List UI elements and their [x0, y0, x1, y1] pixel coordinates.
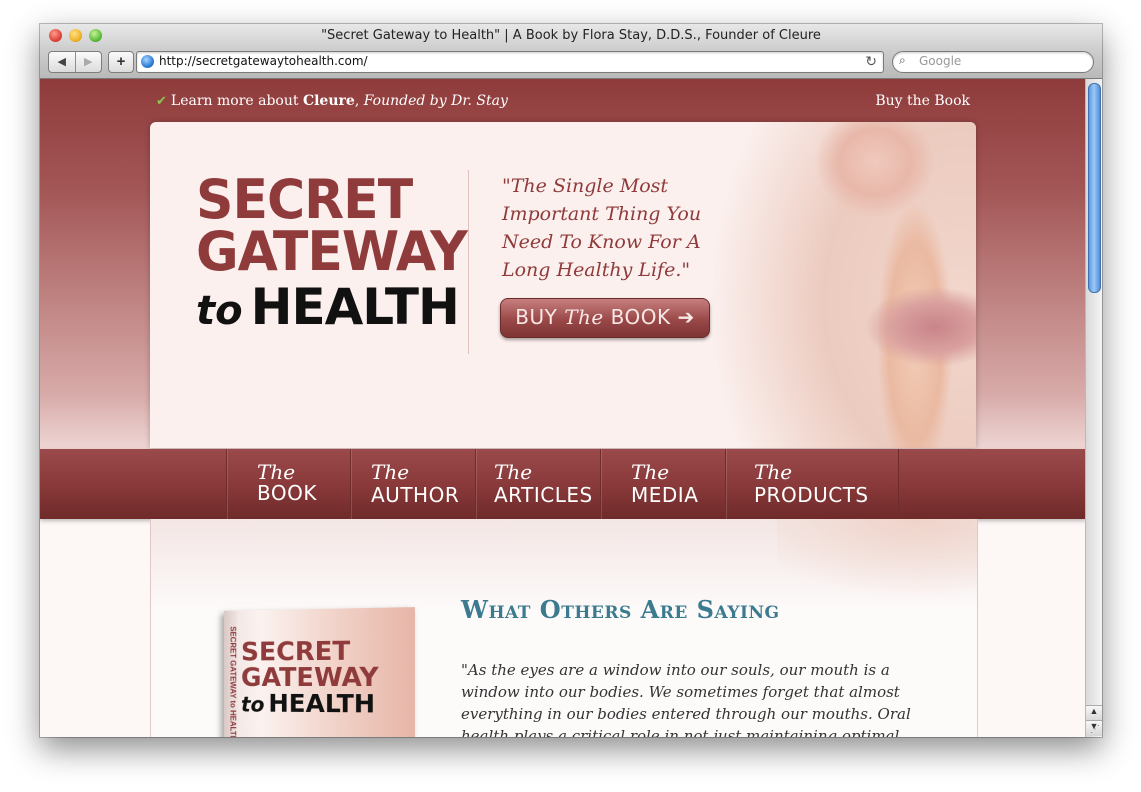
nav-word-label: MEDIA [631, 483, 699, 507]
search-field[interactable]: ⌕ Google [892, 51, 1094, 73]
scrollbar-thumb[interactable] [1088, 83, 1101, 293]
nav-item-products[interactable]: The PRODUCTS [725, 449, 898, 519]
main-navigation: The BOOK The AUTHOR The ARTICLES The MED… [40, 449, 1086, 519]
nav-item-book[interactable]: The BOOK [226, 449, 350, 519]
buy-button-post: BOOK ➔ [603, 305, 695, 329]
back-button[interactable]: ◀ [49, 52, 76, 72]
hero-tagline: "The Single Most Important Thing You Nee… [502, 175, 702, 281]
book-cover-image[interactable]: SECRET GATEWAY to HEALTH SECRET GATEWAY … [223, 607, 415, 737]
buy-the-book-button[interactable]: BUY The BOOK ➔ [500, 298, 710, 338]
learn-suffix: Founded by Dr. Stay [363, 93, 508, 109]
search-placeholder: Google [919, 54, 962, 68]
site-logo[interactable]: SECRET GATEWAY to HEALTH [196, 168, 468, 334]
nav-word-label: BOOK [257, 481, 317, 505]
buy-the-book-link[interactable]: Buy the Book [875, 93, 970, 109]
book-title-secret: SECRET [240, 636, 351, 668]
learn-more-cleure-link[interactable]: ✔ Learn more about Cleure, Founded by Dr.… [156, 93, 508, 109]
scroll-up-arrow-icon[interactable]: ▲ [1086, 705, 1102, 721]
learn-sep: , [354, 93, 364, 109]
title-bar: "Secret Gateway to Health" | A Book by F… [40, 24, 1102, 48]
nav-item-media[interactable]: The MEDIA [600, 449, 725, 519]
hero-photo-hush-face [660, 122, 976, 448]
book-title-to-health: to HEALTH [240, 688, 379, 719]
url-text[interactable]: http://secretgatewaytohealth.com/ [159, 54, 368, 68]
content-photo-fade [777, 519, 977, 609]
browser-toolbar: ◀ ▶ + http://secretgatewaytohealth.com/ … [40, 48, 1102, 79]
main-content: SECRET GATEWAY to HEALTH SECRET GATEWAY … [150, 519, 978, 737]
nav-the-label: The [754, 460, 793, 484]
logo-health: HEALTH [250, 278, 460, 336]
book-title-gateway: GATEWAY [240, 662, 379, 694]
forward-button[interactable]: ▶ [76, 52, 102, 72]
nav-word-label: ARTICLES [494, 483, 593, 507]
history-buttons: ◀ ▶ [48, 51, 102, 73]
page-viewport: ✔ Learn more about Cleure, Founded by Dr.… [40, 79, 1086, 737]
cleure-brand: Cleure [302, 93, 355, 109]
nav-the-label: The [371, 460, 410, 484]
logo-line-secret: SECRET [196, 168, 413, 232]
nav-the-label: The [631, 460, 670, 484]
buy-button-pre: BUY [515, 305, 565, 329]
book-title-health: HEALTH [268, 688, 376, 719]
nav-end-divider [898, 449, 899, 519]
testimonial-quote: "As the eyes are a window into our souls… [461, 661, 911, 737]
hero-panel: SECRET GATEWAY to HEALTH "The Single Most… [150, 122, 976, 448]
book-cover-title: SECRET GATEWAY to HEALTH [240, 636, 379, 719]
checkmark-icon: ✔ [156, 94, 167, 109]
buy-button-the: The [564, 305, 604, 329]
learn-prefix: Learn more about [170, 93, 303, 109]
window-title: "Secret Gateway to Health" | A Book by F… [321, 28, 821, 43]
globe-icon [141, 55, 154, 68]
add-bookmark-button[interactable]: + [108, 51, 134, 73]
vertical-scrollbar[interactable]: ▲ ▼ [1085, 79, 1102, 737]
browser-window: "Secret Gateway to Health" | A Book by F… [40, 24, 1102, 737]
nav-item-articles[interactable]: The ARTICLES [475, 449, 600, 519]
logo-line-to-health: to HEALTH [196, 282, 460, 334]
site-header-band: ✔ Learn more about Cleure, Founded by Dr.… [40, 79, 1086, 449]
nav-word-label: AUTHOR [371, 483, 460, 507]
nav-the-label: The [494, 460, 533, 484]
nav-item-author[interactable]: The AUTHOR [350, 449, 475, 519]
nav-word-label: PRODUCTS [754, 483, 869, 507]
section-heading: What Others Are Saying [461, 595, 780, 624]
book-spine: SECRET GATEWAY to HEALTH [223, 610, 238, 737]
reload-icon[interactable]: ↻ [865, 53, 877, 70]
book-title-to: to [240, 692, 265, 717]
address-bar[interactable]: http://secretgatewaytohealth.com/ ↻ [136, 51, 884, 73]
logo-to: to [196, 288, 243, 334]
logo-line-gateway: GATEWAY [196, 220, 468, 284]
hero-divider [468, 170, 469, 354]
search-icon[interactable]: ⌕ [899, 53, 906, 68]
resize-grip-icon[interactable]: ⋰ [1090, 724, 1100, 735]
